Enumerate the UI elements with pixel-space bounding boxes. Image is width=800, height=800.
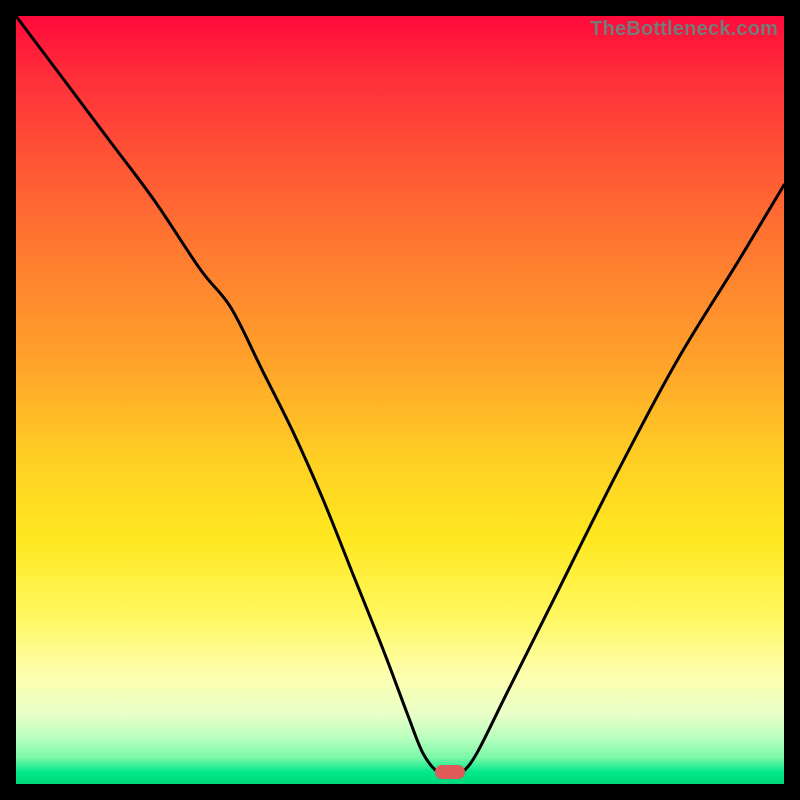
plot-area: TheBottleneck.com bbox=[16, 16, 784, 784]
bottleneck-curve bbox=[16, 16, 784, 784]
chart-frame: TheBottleneck.com bbox=[16, 16, 784, 784]
minimum-marker bbox=[435, 765, 465, 779]
